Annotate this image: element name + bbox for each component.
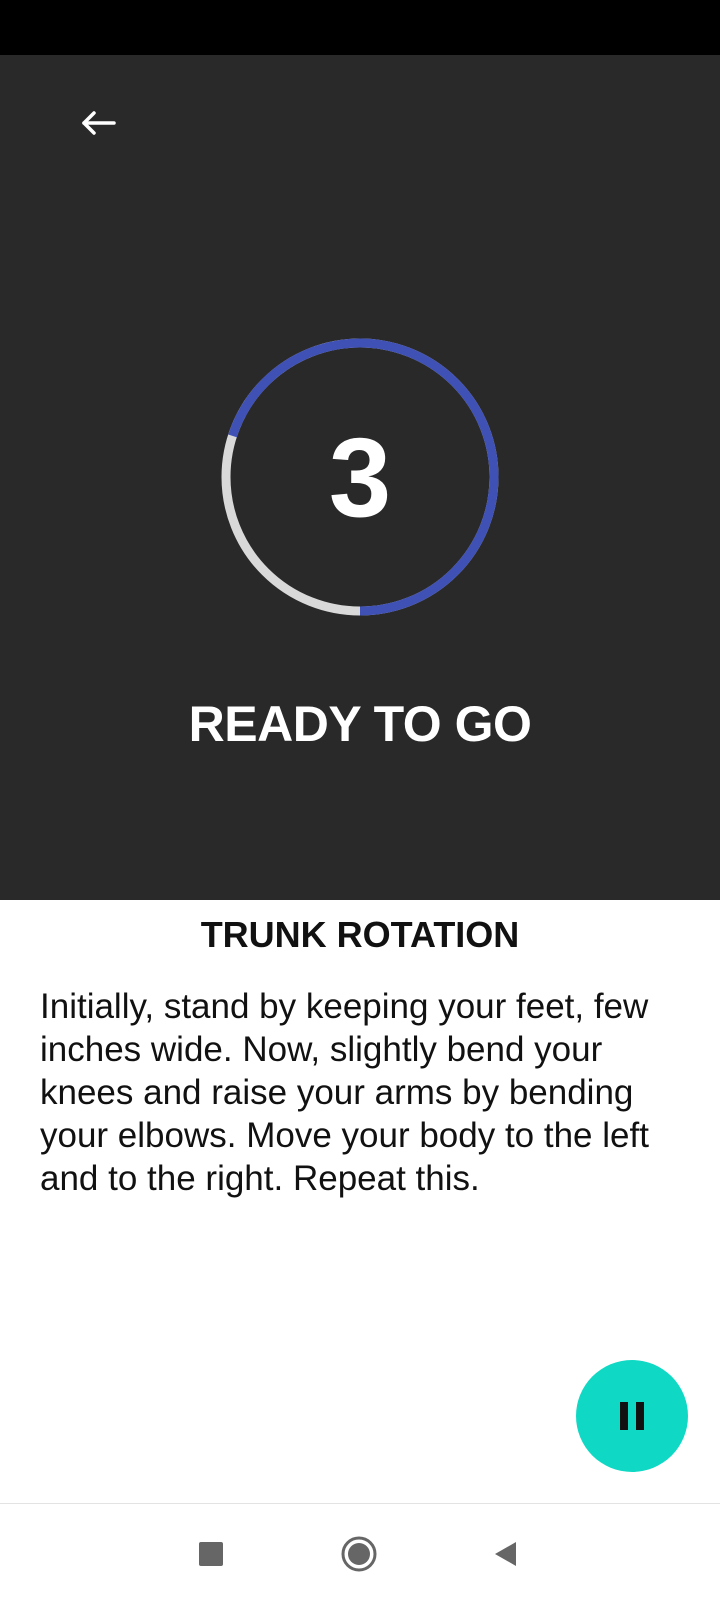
pause-icon — [620, 1402, 644, 1430]
countdown-number: 3 — [328, 414, 392, 540]
recents-square-icon — [199, 1542, 223, 1566]
back-nav-button[interactable] — [477, 1526, 533, 1582]
recents-button[interactable] — [183, 1526, 239, 1582]
home-button[interactable] — [331, 1526, 387, 1582]
system-navigation-bar — [0, 1503, 720, 1601]
exercise-title: TRUNK ROTATION — [200, 914, 520, 955]
timer-panel: 3 READY TO GO — [0, 55, 720, 900]
status-bar — [0, 0, 720, 55]
back-triangle-icon — [495, 1542, 516, 1566]
back-button[interactable] — [70, 95, 126, 151]
arrow-left-icon — [82, 111, 116, 135]
countdown-timer: 3 — [218, 335, 502, 619]
pause-button[interactable] — [576, 1360, 688, 1472]
exercise-description: Initially, stand by keeping your feet, f… — [40, 987, 649, 1198]
ready-status-label: READY TO GO — [188, 696, 532, 752]
home-circle-icon — [341, 1536, 377, 1572]
